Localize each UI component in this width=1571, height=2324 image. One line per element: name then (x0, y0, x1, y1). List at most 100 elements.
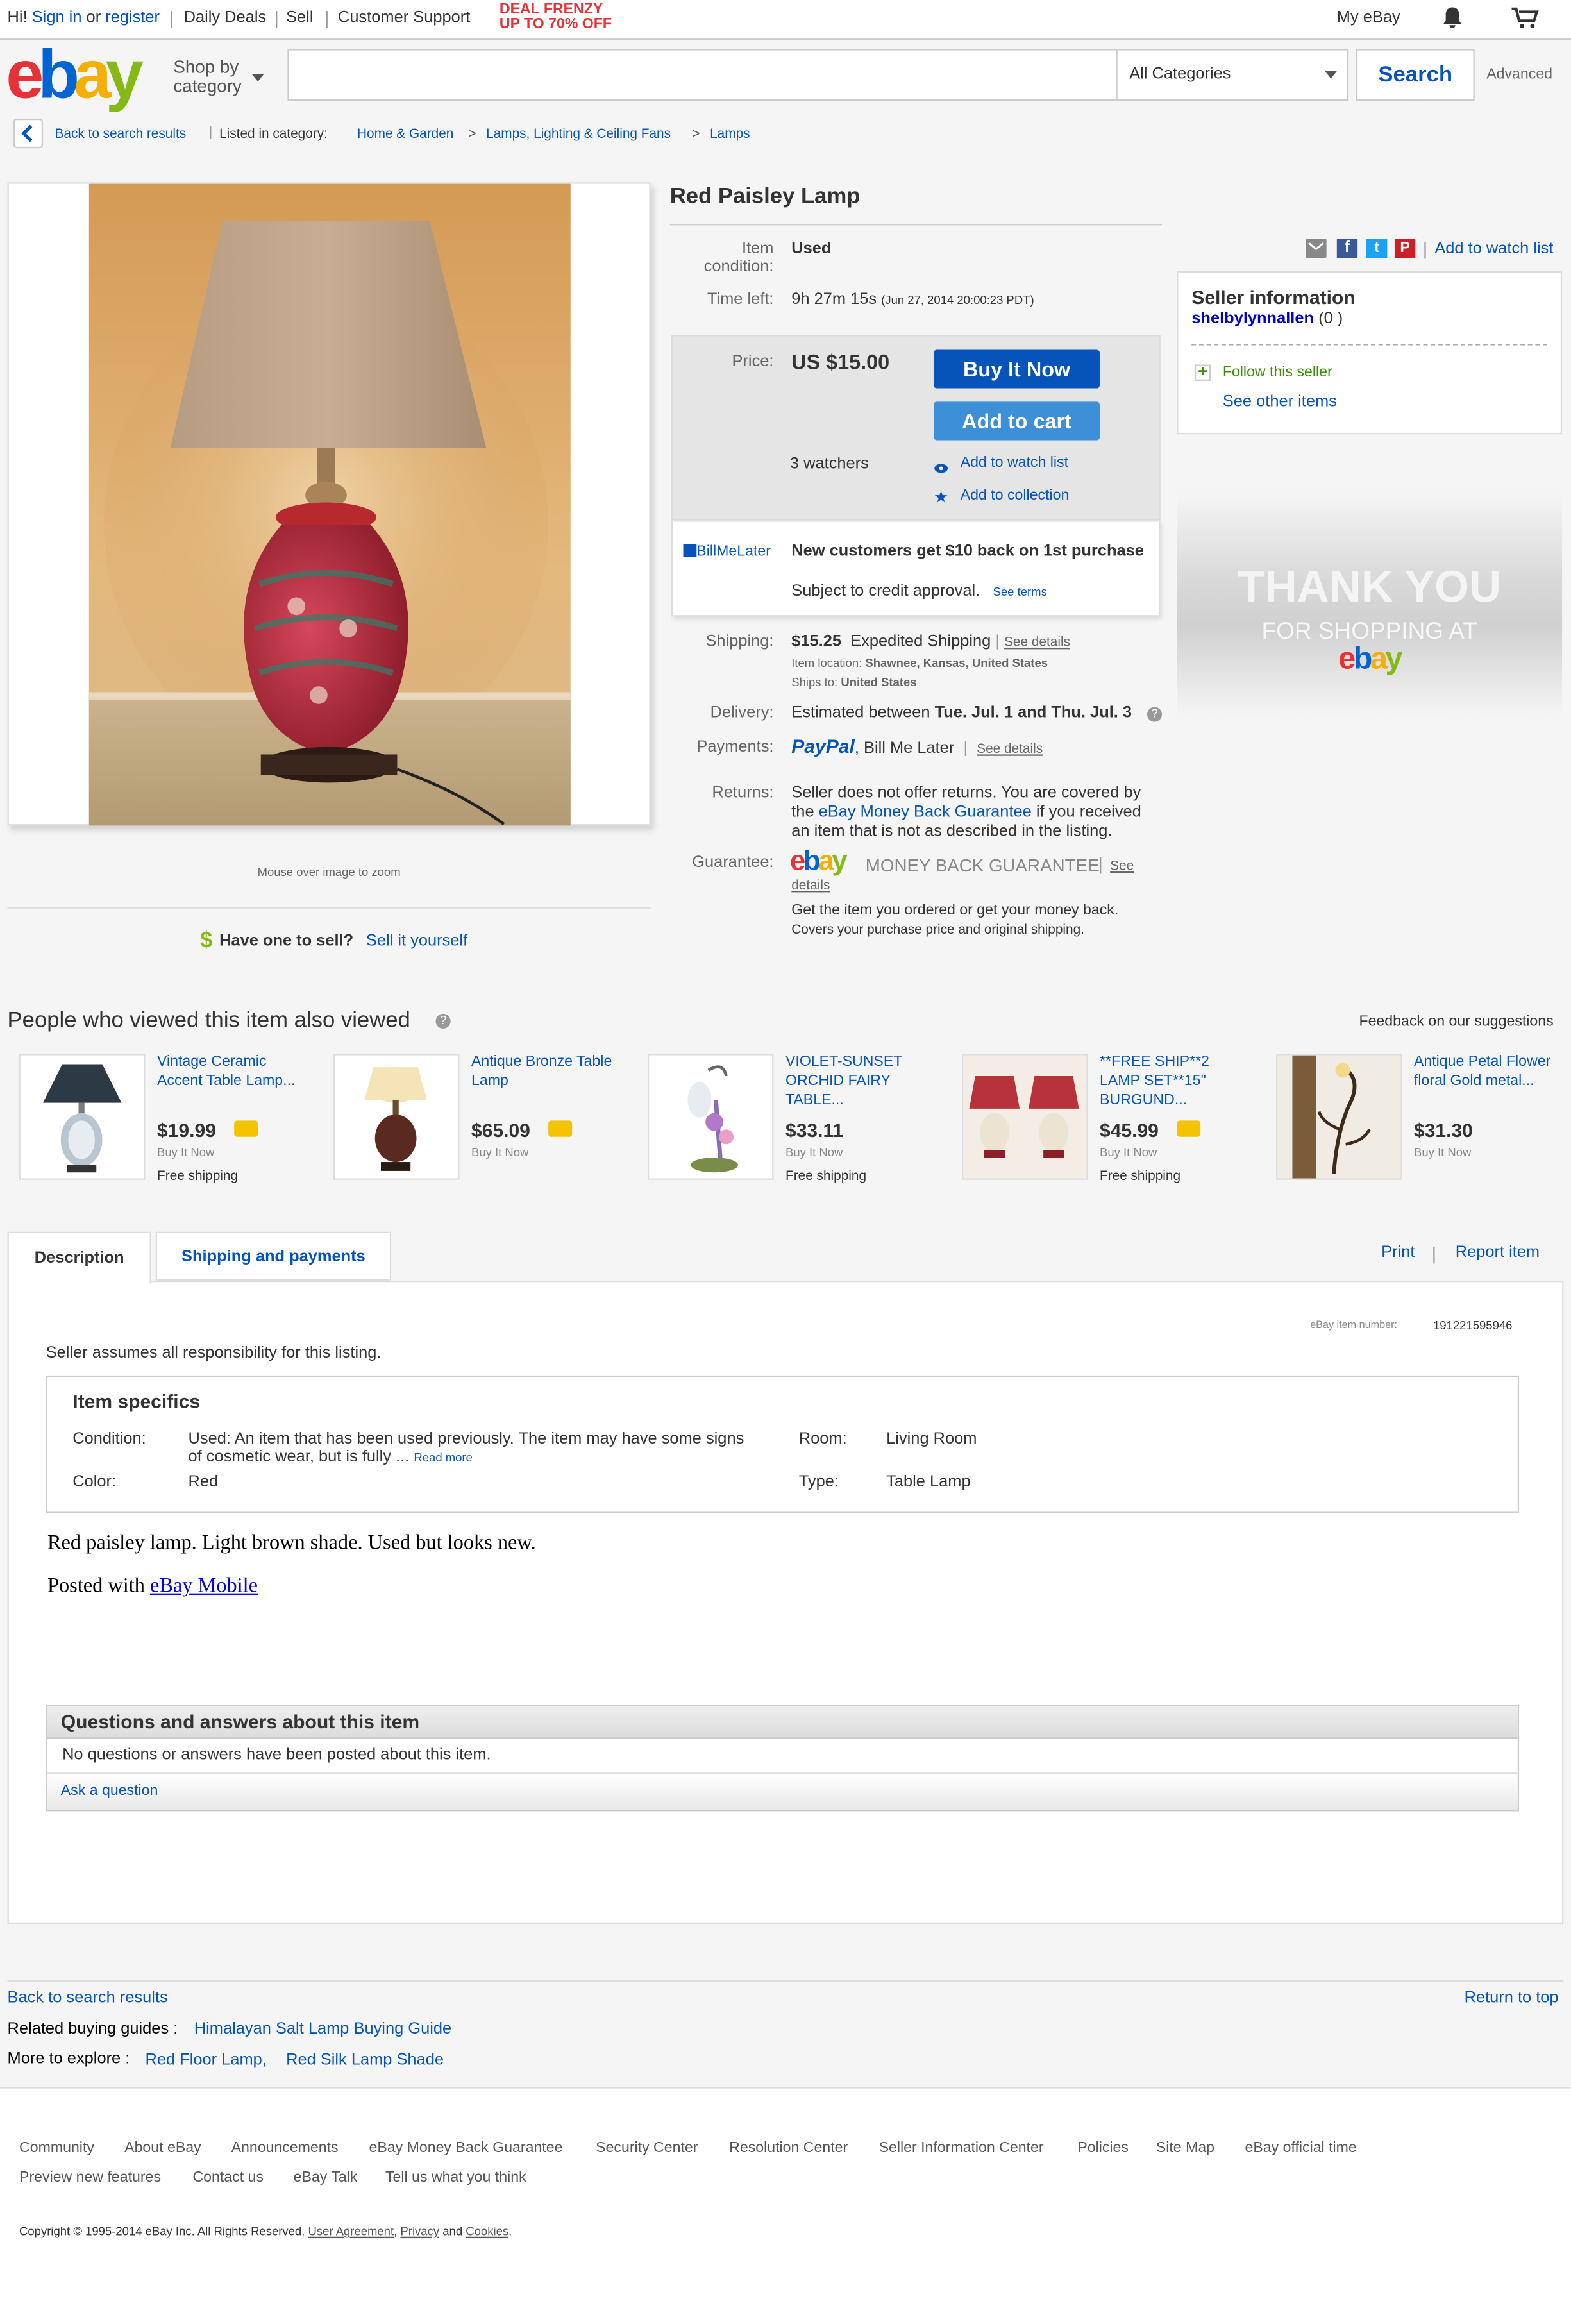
cookies-link[interactable]: Cookies (466, 2225, 508, 2238)
customer-support-link[interactable]: Customer Support (338, 9, 470, 27)
help-icon[interactable]: ? (435, 1013, 451, 1029)
red-floor-lamp-link[interactable]: Red Floor Lamp, (146, 2051, 267, 2069)
register-link[interactable]: register (105, 9, 160, 27)
ebay-mobile-link[interactable]: eBay Mobile (150, 1576, 258, 1598)
bell-icon[interactable] (1441, 6, 1465, 34)
top-rated-badge-icon (1177, 1120, 1201, 1137)
buy-it-now-button[interactable]: Buy It Now (934, 349, 1100, 389)
also-viewed-thumb[interactable] (333, 1054, 460, 1180)
footer-mbg-link[interactable]: eBay Money Back Guarantee (369, 2141, 563, 2157)
also-viewed-title[interactable]: Antique Bronze Table Lamp (471, 1052, 612, 1091)
pinterest-icon[interactable]: P (1394, 239, 1416, 258)
salt-lamp-guide-link[interactable]: Himalayan Salt Lamp Buying Guide (194, 2020, 451, 2038)
back-to-search-link[interactable]: Back to search results (55, 126, 187, 140)
sign-in-link[interactable]: Sign in (32, 9, 82, 27)
guarantee-line: Covers your purchase price and original … (791, 922, 1084, 937)
help-icon[interactable]: ? (1147, 707, 1163, 722)
or-text: or (86, 8, 101, 27)
shop-by-category[interactable]: Shop by category (173, 57, 241, 96)
see-terms-link[interactable]: See terms (993, 585, 1047, 599)
breadcrumb-lamps-lighting[interactable]: Lamps, Lighting & Ceiling Fans (486, 126, 671, 140)
add-to-cart-button[interactable]: Add to cart (934, 401, 1100, 441)
returns-label: Returns: (712, 784, 774, 802)
user-agreement-link[interactable]: User Agreement (308, 2225, 394, 2238)
guarantee-details-link[interactable]: details (791, 877, 830, 892)
footer-resolution-link[interactable]: Resolution Center (729, 2141, 848, 2157)
facebook-icon[interactable]: f (1336, 239, 1358, 258)
breadcrumb-home-garden[interactable]: Home & Garden (357, 126, 453, 140)
footer-contact-link[interactable]: Contact us (192, 2170, 264, 2186)
read-more-link[interactable]: Read more (414, 1451, 472, 1465)
seller-name-link[interactable]: shelbylynnallen (1191, 310, 1314, 328)
also-viewed-title[interactable]: **FREE SHIP**2 LAMP SET**15" BURGUND... (1100, 1052, 1209, 1110)
footer-announcements-link[interactable]: Announcements (231, 2141, 339, 2157)
also-viewed-title[interactable]: Vintage Ceramic Accent Table Lamp... (157, 1052, 295, 1091)
see-other-items-link[interactable]: See other items (1223, 392, 1337, 410)
footer-preview-link[interactable]: Preview new features (19, 2170, 161, 2186)
follow-seller-link[interactable]: Follow this seller (1223, 365, 1332, 381)
also-viewed-shipping: Free shipping (785, 1168, 867, 1183)
also-viewed-thumb[interactable] (1276, 1054, 1402, 1180)
zoom-hint: Mouse over image to zoom (257, 865, 401, 879)
money-back-guarantee-link[interactable]: eBay Money Back Guarantee (819, 804, 1032, 821)
share-add-to-watch-list-link[interactable]: Add to watch list (1434, 240, 1553, 258)
footer-policies-link[interactable]: Policies (1077, 2141, 1129, 2157)
footer-site-map-link[interactable]: Site Map (1156, 2141, 1214, 2157)
footer-tell-us-link[interactable]: Tell us what you think (385, 2170, 526, 2186)
search-button[interactable]: Search (1356, 49, 1475, 101)
footer-official-time-link[interactable]: eBay official time (1245, 2141, 1356, 2157)
also-viewed-thumb[interactable] (648, 1054, 774, 1180)
return-to-top-link[interactable]: Return to top (1465, 1989, 1559, 2007)
deal-frenzy-banner[interactable]: DEAL FRENZY UP TO 70% OFF (500, 2, 612, 33)
bottom-back-to-search-link[interactable]: Back to search results (8, 1989, 168, 2007)
print-link[interactable]: Print (1381, 1243, 1415, 1261)
footer-ebay-talk-link[interactable]: eBay Talk (294, 2170, 358, 2186)
advanced-search-link[interactable]: Advanced (1486, 67, 1552, 83)
search-input[interactable] (290, 51, 1115, 98)
lamp-thumbnail (963, 1055, 1087, 1179)
footer-seller-info-link[interactable]: Seller Information Center (879, 2141, 1044, 2157)
report-item-link[interactable]: Report item (1456, 1243, 1540, 1261)
email-icon[interactable] (1306, 239, 1327, 258)
add-to-watch-list-link[interactable]: Add to watch list (961, 455, 1068, 471)
also-viewed-title[interactable]: Antique Petal Flower floral Gold metal... (1414, 1052, 1550, 1091)
plus-icon: + (1194, 364, 1211, 382)
footer-community-link[interactable]: Community (19, 2141, 94, 2157)
main-image-frame[interactable] (7, 182, 651, 826)
title-line: Accent Table Lamp... (156, 1073, 296, 1090)
footer-security-link[interactable]: Security Center (596, 2141, 698, 2157)
twitter-icon[interactable]: t (1366, 239, 1388, 258)
payments-methods: PayPal, Bill Me Later | See details (791, 735, 1043, 758)
cart-icon[interactable] (1510, 6, 1540, 34)
listed-in-label: Listed in category: (219, 126, 328, 141)
sell-it-yourself-link[interactable]: Sell it yourself (366, 932, 467, 950)
page: Hi! Sign in or register | Daily Deals | … (0, 0, 1571, 2324)
tab-description[interactable]: Description (7, 1231, 151, 1284)
category-select[interactable]: All Categories (1129, 65, 1231, 83)
feedback-suggestions-link[interactable]: Feedback on our suggestions (1359, 1014, 1553, 1030)
footer-about-link[interactable]: About eBay (124, 2141, 201, 2157)
daily-deals-link[interactable]: Daily Deals (184, 9, 267, 27)
back-button[interactable] (13, 118, 44, 149)
tab-shipping-payments[interactable]: Shipping and payments (155, 1231, 392, 1281)
red-silk-lamp-shade-link[interactable]: Red Silk Lamp Shade (286, 2051, 444, 2069)
spec-color-label: Color: (72, 1473, 117, 1492)
also-viewed-title[interactable]: VIOLET-SUNSET ORCHID FAIRY TABLE... (786, 1052, 902, 1110)
privacy-link[interactable]: Privacy (400, 2225, 439, 2238)
breadcrumb-lamps[interactable]: Lamps (710, 126, 750, 140)
ebay-logo[interactable]: ebay (6, 38, 144, 110)
my-ebay-link[interactable]: My eBay (1337, 9, 1400, 27)
divider (669, 224, 1163, 226)
have-one-label: Have one to sell? (219, 932, 354, 950)
also-viewed-thumb[interactable] (962, 1054, 1088, 1180)
also-viewed-thumb[interactable] (19, 1054, 146, 1180)
end-time-text: (Jun 27, 2014 20:00:23 PDT) (881, 293, 1034, 307)
sell-link[interactable]: Sell (286, 9, 313, 27)
add-to-collection-link[interactable]: Add to collection (961, 487, 1070, 503)
also-viewed-format: Buy It Now (785, 1145, 843, 1159)
ask-question-link[interactable]: Ask a question (61, 1783, 158, 1799)
shipping-see-details-link[interactable]: See details (1004, 634, 1070, 649)
top-rated-badge-icon (234, 1120, 258, 1137)
payments-see-details-link[interactable]: See details (977, 741, 1043, 756)
guarantee-see-link[interactable]: See (1110, 858, 1134, 873)
